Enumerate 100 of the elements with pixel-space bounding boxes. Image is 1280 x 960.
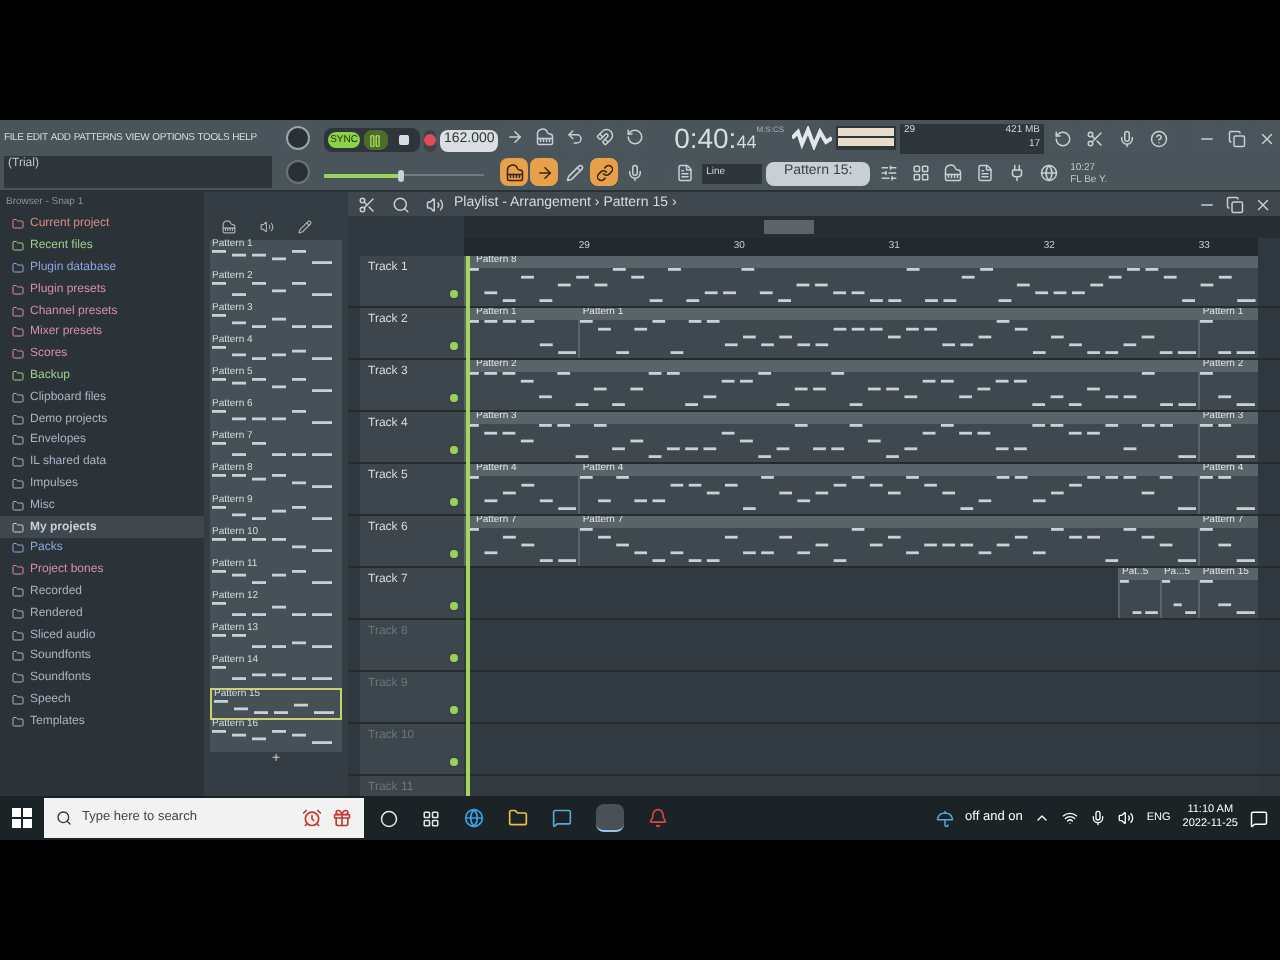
link-icon <box>595 163 614 182</box>
notifications-icon[interactable] <box>1250 809 1268 827</box>
clip-notes <box>1120 580 1158 614</box>
restore-icon <box>1227 129 1245 147</box>
record-icon <box>423 134 436 147</box>
arrow-button[interactable] <box>530 158 559 187</box>
task-view-icon[interactable] <box>422 809 440 827</box>
circle-icon[interactable] <box>380 809 398 827</box>
volume-slider[interactable] <box>324 169 485 182</box>
link-button[interactable] <box>590 158 619 187</box>
close-icon <box>1257 129 1275 147</box>
pattern-preview <box>212 505 332 520</box>
clip-notes <box>466 320 577 354</box>
folder-icon <box>12 629 24 642</box>
speaker-icon[interactable] <box>1118 810 1135 826</box>
pattern-preview <box>212 377 332 392</box>
track-led-icon[interactable] <box>450 290 458 298</box>
plug-icon <box>1007 164 1026 182</box>
wifi-icon[interactable] <box>1062 810 1079 826</box>
track-led-icon[interactable] <box>450 342 458 350</box>
chevron-icon[interactable] <box>1034 810 1051 826</box>
grid-icon <box>911 164 930 182</box>
pattern-preview <box>212 569 332 584</box>
folder-icon <box>12 391 24 404</box>
clip-notes <box>466 476 577 510</box>
folder-icon <box>12 434 24 447</box>
folder-icon <box>12 261 24 274</box>
folder-icon[interactable] <box>508 808 528 828</box>
app-icon[interactable] <box>596 804 624 832</box>
magnet-icon <box>595 128 614 147</box>
weather-icon[interactable] <box>935 809 954 827</box>
pattern-preview <box>212 665 332 680</box>
record-button[interactable] <box>423 129 436 152</box>
clip-notes <box>1200 424 1256 458</box>
document-icon <box>975 164 994 182</box>
globe-icon[interactable] <box>464 808 484 828</box>
folder-icon <box>12 499 24 512</box>
pattern-preview <box>212 345 332 360</box>
folder-icon <box>12 305 24 318</box>
pencil-icon <box>565 163 584 182</box>
knob-icon[interactable] <box>286 160 311 185</box>
track-led-icon[interactable] <box>450 550 458 558</box>
windows-logo-icon[interactable] <box>12 808 32 828</box>
folder-icon <box>12 672 24 685</box>
mic-icon[interactable] <box>1090 810 1107 826</box>
clip-notes <box>1200 320 1256 354</box>
folder-icon <box>12 369 24 382</box>
alarm-clock-icon[interactable] <box>302 808 322 828</box>
pattern-preview <box>212 313 332 328</box>
folder-icon <box>12 456 24 469</box>
track-led-icon[interactable] <box>450 654 458 662</box>
waveform-icon <box>792 126 832 150</box>
folder-icon <box>12 715 24 728</box>
clip-notes <box>1200 528 1256 562</box>
stop-icon <box>397 134 410 147</box>
globe-icon <box>1039 164 1058 182</box>
clip-notes <box>1200 580 1256 614</box>
piano-button[interactable] <box>500 158 529 187</box>
speaker-icon <box>425 195 443 213</box>
bell-icon[interactable] <box>648 808 668 828</box>
folder-icon <box>12 477 24 490</box>
loop-icon <box>625 128 644 147</box>
folder-icon <box>12 326 24 339</box>
track-led-icon[interactable] <box>450 758 458 766</box>
pattern-preview <box>212 729 332 744</box>
track-led-icon[interactable] <box>450 602 458 610</box>
folder-icon <box>12 283 24 296</box>
track-led-icon[interactable] <box>450 394 458 402</box>
pencil-button[interactable] <box>560 158 589 187</box>
zoom-icon <box>391 195 409 213</box>
folder-icon <box>12 585 24 598</box>
mixer-icon <box>879 164 898 182</box>
time-centiseconds: 44 <box>736 134 757 152</box>
pattern-preview <box>212 281 332 296</box>
pattern-preview <box>212 473 332 488</box>
level-meter <box>836 126 896 150</box>
pattern-preview <box>212 601 332 616</box>
pattern-preview <box>212 441 332 456</box>
piano-icon <box>505 163 524 182</box>
folder-icon <box>12 348 24 361</box>
clip-notes <box>1200 476 1256 510</box>
gift-icon[interactable] <box>332 808 352 828</box>
chat-icon[interactable] <box>552 808 572 828</box>
track-led-icon[interactable] <box>450 706 458 714</box>
mic-icon <box>625 163 644 182</box>
pattern-preview <box>212 250 332 264</box>
folder-icon <box>12 693 24 706</box>
scrollbar[interactable] <box>464 216 1280 238</box>
pencil-icon[interactable] <box>298 220 312 234</box>
pause-button[interactable] <box>363 130 388 151</box>
folder-icon <box>12 521 24 534</box>
track-led-icon[interactable] <box>450 498 458 506</box>
piano-roll-icon <box>943 164 962 182</box>
clip-notes <box>1200 372 1256 406</box>
pattern-preview <box>212 409 332 424</box>
track-led-icon[interactable] <box>450 446 458 454</box>
folder-icon <box>12 240 24 253</box>
piano-icon[interactable] <box>222 220 236 234</box>
clip-notes <box>466 528 577 562</box>
knob-icon[interactable] <box>286 125 311 150</box>
